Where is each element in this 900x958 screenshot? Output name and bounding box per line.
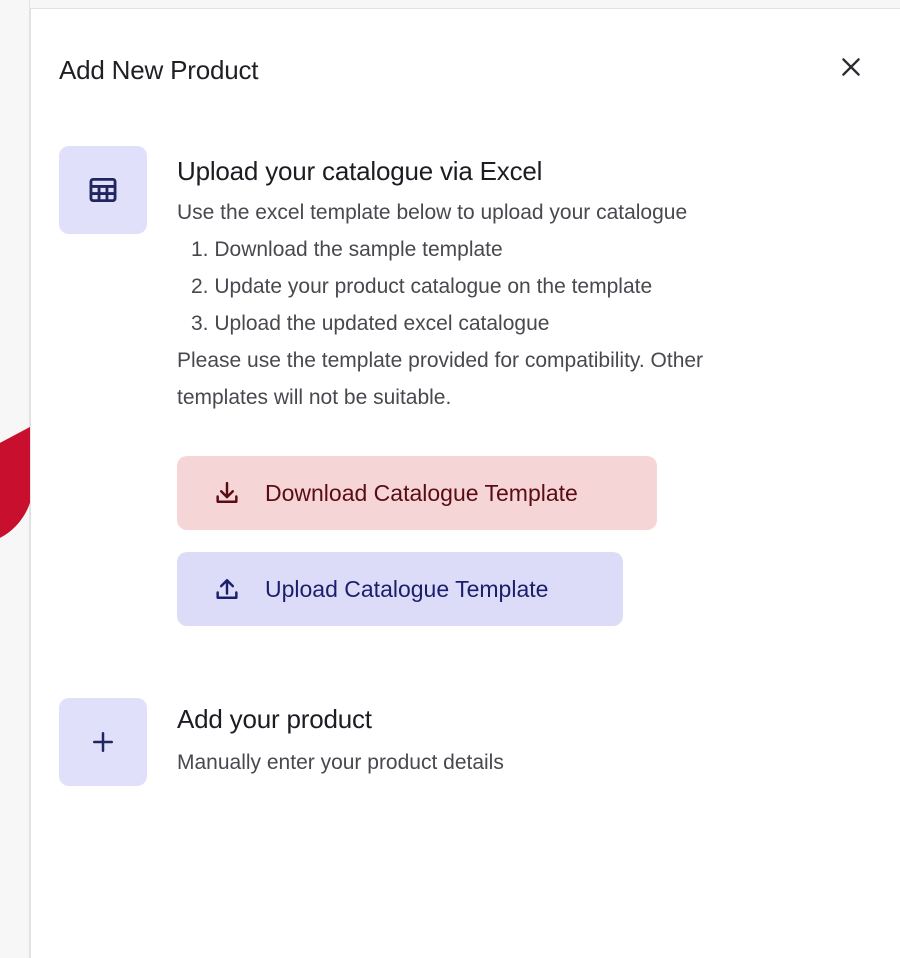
close-icon [842, 58, 860, 76]
plus-icon [93, 732, 113, 752]
steps-list: 1. Download the sample template 2. Updat… [177, 231, 857, 342]
compatibility-note-line: templates will not be suitable. [177, 386, 452, 409]
compatibility-note-line: Please use the template provided for com… [177, 349, 704, 372]
download-button-label: Download Catalogue Template [265, 479, 578, 506]
table-icon [89, 177, 117, 203]
upload-icon [213, 575, 241, 603]
manual-section-icon-tile[interactable] [59, 698, 147, 786]
step-item: 1. Download the sample template [191, 238, 503, 261]
close-button[interactable] [831, 47, 871, 87]
excel-section-icon-tile [59, 146, 147, 234]
excel-section-body: Upload your catalogue via Excel Use the … [177, 146, 857, 626]
add-product-panel: Add New Product Upload your catalogue vi… [30, 8, 900, 958]
step-item: 3. Upload the updated excel catalogue [191, 312, 550, 335]
excel-section-title: Upload your catalogue via Excel [177, 156, 543, 186]
upload-button-label: Upload Catalogue Template [265, 575, 549, 602]
manual-section-title: Add your product [177, 704, 372, 734]
panel-title: Add New Product [59, 55, 259, 85]
compatibility-note: Please use the template provided for com… [177, 342, 857, 416]
manual-section-body: Add your product Manually enter your pro… [177, 698, 857, 781]
upload-template-button[interactable]: Upload Catalogue Template [177, 552, 623, 626]
download-template-button[interactable]: Download Catalogue Template [177, 456, 657, 530]
excel-section-description: Use the excel template below to upload y… [177, 201, 688, 224]
step-item: 2. Update your product catalogue on the … [191, 275, 653, 298]
download-icon [213, 479, 241, 507]
panel-header: Add New Product [59, 53, 871, 89]
background-accent-shape [0, 425, 32, 560]
manual-section-description: Manually enter your product details [177, 751, 504, 774]
